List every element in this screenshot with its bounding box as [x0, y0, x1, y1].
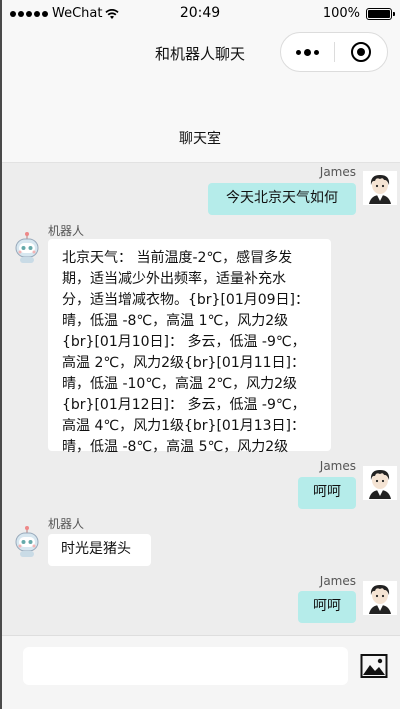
battery-fill — [368, 9, 390, 18]
bot-message-bubble: 北京天气： 当前温度-2℃，感冒多发 期，适当减少外出频率，适量补充水 分，适当… — [48, 239, 331, 455]
user-avatar-icon[interactable] — [363, 581, 397, 615]
my-message-bubble: 今天北京天气如何 — [208, 183, 356, 215]
window-edge — [0, 0, 2, 709]
battery-icon — [366, 7, 395, 20]
bot-message-bubble: 时光是猪头 — [48, 534, 151, 566]
my-message-bubble: 呵呵 — [298, 477, 356, 509]
sender-name: 机器人 — [48, 517, 85, 531]
message-input[interactable] — [23, 647, 348, 685]
sender-name: James — [319, 165, 356, 179]
sender-name: James — [319, 574, 356, 588]
chat-room-header: 聊天室 — [0, 80, 400, 163]
close-circle-icon[interactable] — [335, 33, 388, 71]
sender-name: James — [319, 459, 356, 473]
message-list[interactable]: James 今天北京天气如何 机器人 北京天气： 当前温度-2℃，感冒多发 期，… — [0, 163, 400, 635]
my-message-bubble: 呵呵 — [298, 591, 356, 623]
user-avatar-icon[interactable] — [363, 171, 397, 205]
robot-avatar-icon[interactable] — [10, 525, 44, 559]
mini-program-capsule — [280, 32, 388, 72]
input-bar — [0, 635, 400, 709]
robot-avatar-icon[interactable] — [10, 231, 44, 265]
nav-bar: 和机器人聊天 — [0, 28, 400, 80]
battery-percent: 100% — [322, 6, 360, 21]
image-icon[interactable] — [360, 653, 388, 679]
user-avatar-icon[interactable] — [363, 466, 397, 500]
status-bar: WeChat 20:49 100% — [0, 0, 400, 28]
more-dots-icon[interactable] — [281, 33, 334, 71]
chat-screen: WeChat 20:49 100% 和机器人聊天 聊天室 James 今天北京天… — [0, 0, 400, 709]
room-title: 聊天室 — [179, 131, 221, 147]
sender-name: 机器人 — [48, 224, 85, 238]
battery-status: 100% — [322, 6, 395, 21]
